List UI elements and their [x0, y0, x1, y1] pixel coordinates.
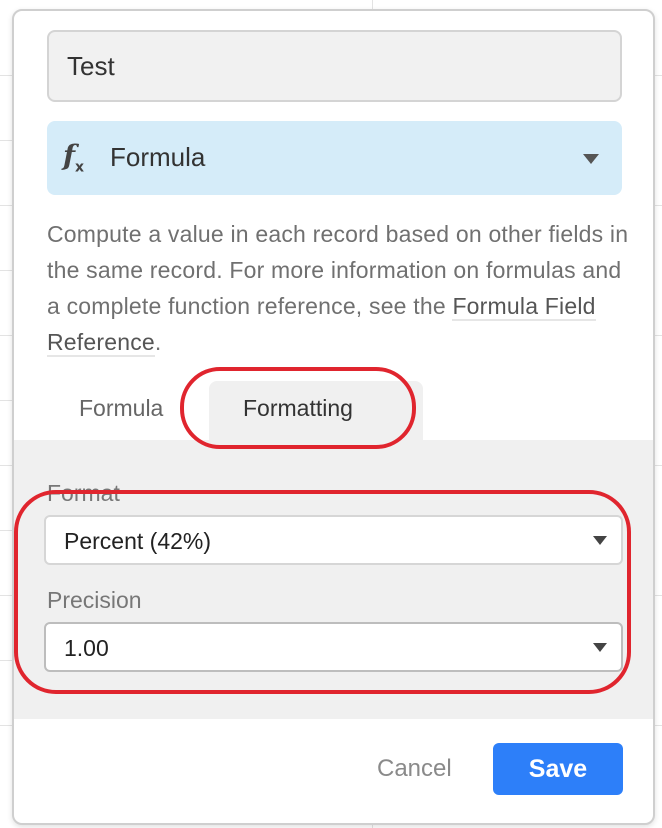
format-select[interactable]: Percent (42%)	[44, 515, 623, 565]
cancel-button[interactable]: Cancel	[377, 755, 452, 783]
fx-icon-subscript: x	[75, 159, 85, 176]
format-label: Format	[47, 480, 120, 506]
field-name-value: Test	[67, 51, 115, 81]
fx-icon-letter: f	[63, 139, 76, 172]
config-tabs: Formula Formatting	[14, 381, 653, 443]
format-select-value: Percent (42%)	[64, 528, 212, 554]
description-suffix: .	[154, 329, 162, 355]
field-config-dialog: Test fx Formula Compute a value in each …	[12, 9, 655, 825]
precision-select-value: 1.00	[64, 635, 109, 661]
chevron-down-icon	[583, 154, 599, 164]
chevron-down-icon	[593, 643, 607, 652]
precision-label: Precision	[47, 587, 142, 613]
save-button[interactable]: Save	[493, 743, 623, 795]
chevron-down-icon	[593, 536, 607, 545]
field-type-select[interactable]: fx Formula	[47, 121, 622, 195]
formula-fx-icon: fx	[63, 139, 84, 176]
tab-formula[interactable]: Formula	[79, 395, 163, 422]
formatting-panel: Format Percent (42%) Precision 1.00	[14, 440, 653, 719]
tab-formatting[interactable]: Formatting	[243, 395, 353, 422]
field-type-description: Compute a value in each record based on …	[47, 216, 632, 360]
precision-select[interactable]: 1.00	[44, 622, 623, 672]
field-name-input[interactable]: Test	[47, 30, 622, 102]
field-type-label: Formula	[110, 142, 206, 172]
